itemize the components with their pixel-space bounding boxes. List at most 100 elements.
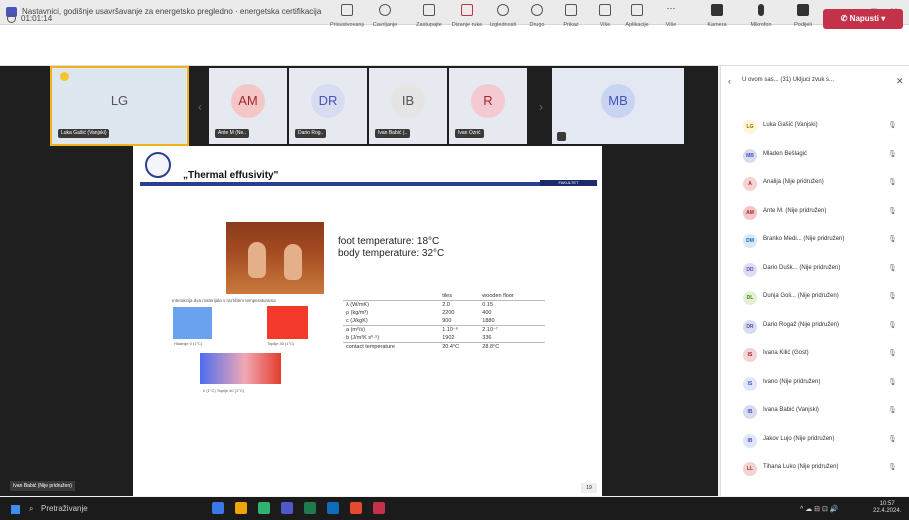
avatar: MB [743, 148, 757, 163]
taskbar-app-icon[interactable] [373, 502, 385, 514]
taskbar-app-icon[interactable] [304, 502, 316, 514]
avatar: IS [743, 376, 757, 391]
chevron-left-icon[interactable]: ‹ [728, 76, 731, 86]
video-tile-mb[interactable]: MB [552, 68, 684, 144]
taskbar-app-icon[interactable] [212, 502, 224, 514]
slide-band-label: FAKULTET [540, 180, 597, 186]
more-options-button[interactable]: Više [588, 4, 622, 28]
chevron-left-icon[interactable]: ‹ [195, 100, 205, 114]
avatar: DD [743, 262, 757, 277]
clock[interactable]: 10:57 22.4.2024. [873, 501, 901, 515]
avatar: DR [311, 84, 345, 118]
taskbar [0, 497, 909, 520]
apps-button[interactable]: Aplikacije [620, 4, 654, 28]
reactions-icon [497, 4, 509, 16]
tile-name: Ante M (Ne.. [215, 129, 250, 138]
taskbar-search[interactable]: Pretraživanje [41, 504, 88, 513]
start-button[interactable] [11, 505, 20, 514]
participant-name: Ivano (Nije pridružen) [763, 378, 821, 385]
attendance-button[interactable]: Prisustvovanja [330, 4, 364, 28]
video-tile-lg[interactable]: LG Luka Gašić (Vanjski) [50, 66, 189, 146]
table-cell: contact temperature [343, 342, 440, 351]
more-icon: ··· [666, 3, 676, 13]
rooms-button[interactable]: Drugo [520, 4, 554, 28]
table-cell: λ (W/mK) [346, 302, 369, 308]
video-tile-dr[interactable]: DR Dario Rog.. [289, 68, 367, 144]
video-tile-ib[interactable]: IB Ivan Babić (.. [369, 68, 447, 144]
mic-icon [758, 4, 764, 16]
table-cell: 1.10⁻⁶ [439, 325, 480, 334]
table-cell: 400 [482, 310, 492, 316]
participant-row[interactable]: A Analija (Nije pridružen) 🎙 [720, 174, 909, 194]
share-button[interactable]: Podijeli [786, 4, 820, 28]
participant-row[interactable]: IS Ivana Kilić (Gost) 🎙 [720, 345, 909, 365]
avatar: MB [601, 84, 635, 118]
table-row: a (m²/s) 1.10⁻⁶ 2.10⁻⁷ [343, 325, 545, 334]
taskbar-app-icon[interactable] [327, 502, 339, 514]
more-button[interactable]: ··· Više [654, 3, 688, 29]
close-icon[interactable]: ✕ [896, 76, 904, 87]
avatar: AM [743, 205, 757, 220]
leave-button[interactable]: ✆ Napusti ▾ [823, 9, 903, 29]
gradient-label: 0 (1°C) Toplije 40 (1°C) [203, 388, 245, 393]
foot-right [284, 244, 302, 280]
table-cell: b (J/m²K s⁰·⁵) [346, 335, 380, 341]
participant-name: Tihana Luko (Nije pridružen) [763, 464, 839, 470]
participant-name: Ivana Kilić (Gost) [763, 350, 809, 356]
tile-name: Ivan Ozrić [455, 129, 484, 138]
participant-name: Mladen Bešlagić [763, 150, 808, 157]
participant-row[interactable]: DM Branko Medi... (Nije pridružen) 🎙 [720, 231, 909, 251]
participant-row[interactable]: DR Dario Rogaž (Nije pridružen) 🎙 [720, 317, 909, 337]
taskbar-app-icon[interactable] [350, 502, 362, 514]
table-cell: 28.8°C [479, 342, 545, 351]
table-cell: ρ (kg/m³) [346, 310, 369, 316]
participant-row[interactable]: IS Ivano (Nije pridružen) 🎙 [720, 374, 909, 394]
table-cell: 2.10⁻⁷ [479, 325, 545, 334]
raise-hand-button[interactable]: Dizanje ruke [450, 4, 484, 28]
table-cell: 2.0 [442, 302, 450, 308]
leave-label: Napusti [849, 14, 880, 23]
reactions-button[interactable]: Izglednosti [486, 4, 520, 28]
participant-row[interactable]: AM Ante M. (Nije pridružen) 🎙 [720, 203, 909, 223]
avatar: AM [231, 84, 265, 118]
pin-icon[interactable] [557, 132, 566, 141]
participant-name: Dario Dušk... (Nije pridružen) [763, 264, 841, 271]
taskbar-app-icon[interactable] [235, 502, 247, 514]
participant-row[interactable]: LL Tihana Luko (Nije pridružen) 🎙 [720, 459, 909, 479]
video-tile-r[interactable]: R Ivan Ozrić [449, 68, 527, 144]
participant-row[interactable]: IB Jakov Lujo (Nije pridružen) 🎙 [720, 431, 909, 451]
people-button[interactable]: Zastupajte [412, 4, 446, 28]
avatar: IB [391, 84, 425, 118]
participant-row[interactable]: DL Dunja Goli... (Nije pridružen) 🎙 [720, 288, 909, 308]
table-row: b (J/m²K s⁰·⁵) 1902 336 [343, 334, 545, 343]
video-tile-am[interactable]: AM Ante M (Ne.. [209, 68, 287, 144]
mic-off-icon: 🎙 [888, 350, 897, 357]
avatar: A [743, 177, 757, 191]
table-row: c (J/kgK) 900 1880 [343, 317, 545, 326]
participant-row[interactable]: DD Dario Dušk... (Nije pridružen) 🎙 [720, 260, 909, 280]
search-icon[interactable]: ⌕ [29, 504, 33, 514]
chevron-right-icon[interactable]: › [536, 100, 546, 114]
taskbar-app-icon[interactable] [258, 502, 270, 514]
panel-title: U ovom sas... (31) Ukljuci zvuk s... [742, 77, 835, 83]
taskbar-app-icon[interactable] [281, 502, 293, 514]
system-tray[interactable]: ^ ☁ ⊟ ⊡ 🔊 [800, 505, 839, 513]
view-button[interactable]: Prikaz [554, 4, 588, 28]
chat-button[interactable]: Čavrljanje [368, 4, 402, 28]
window-title: Nastavnici, godišnje usavršavanje za ene… [22, 7, 322, 16]
participant-row[interactable]: MB Mladen Bešlagić 🎙 [720, 146, 909, 166]
avatar: DL [743, 291, 757, 305]
participant-row[interactable]: IB Ivana Babić (Vanjski) 🎙 [720, 402, 909, 422]
slide-header-band [140, 182, 597, 186]
contact-gradient-block [200, 353, 281, 384]
meeting-timer: 01:01:14 [21, 14, 53, 23]
tile-name: Dario Rog.. [295, 129, 327, 138]
participant-row[interactable]: LG Luka Gašić (Vanjski) 🎙 [720, 117, 909, 137]
mic-button[interactable]: Mikrofon [744, 4, 778, 28]
hot-block [267, 306, 308, 339]
camera-button[interactable]: Kamera [700, 4, 734, 28]
phone-icon: ✆ [840, 14, 850, 23]
diagram-caption: Interakcija dva materijala s različitim … [172, 298, 276, 303]
share-icon [797, 4, 809, 16]
feet-photo [226, 222, 324, 294]
